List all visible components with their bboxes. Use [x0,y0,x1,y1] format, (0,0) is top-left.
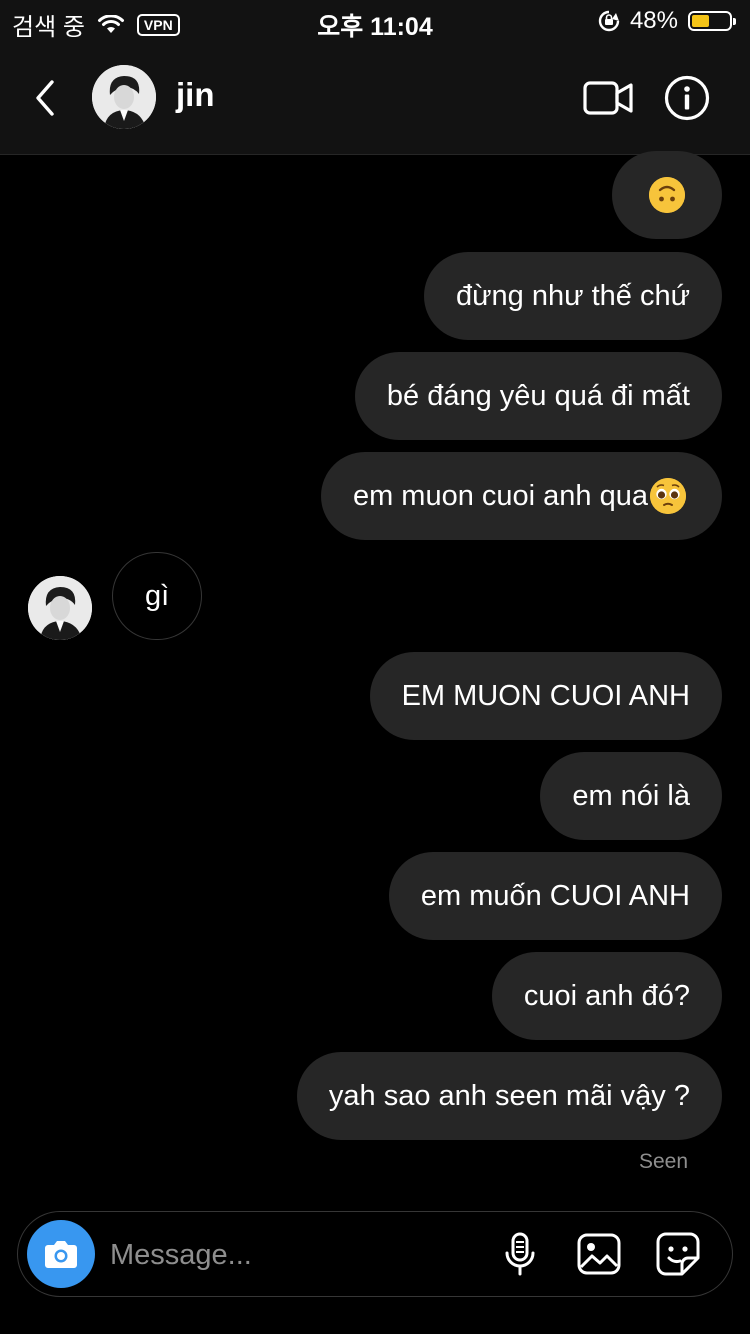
info-icon[interactable] [664,75,710,121]
chat-header: jin [0,42,750,155]
status-bar: 검색 중 VPN 오후 11:04 48% [0,0,750,42]
message-bubble-outgoing[interactable]: em nói là [540,752,722,840]
message-input[interactable] [108,1232,482,1278]
message-bubble-outgoing[interactable]: đừng như thế chứ [424,252,722,340]
message-composer [17,1211,733,1297]
battery-percent: 48% [629,7,678,34]
avatar[interactable] [92,65,156,129]
seen-indicator: Seen [638,1150,688,1173]
message-bubble-outgoing[interactable]: cuoi anh đó? [491,952,722,1040]
message-bubble-outgoing[interactable]: EM MUON CUOI ANH [369,652,722,740]
sender-avatar[interactable] [28,576,92,640]
message-bubble-outgoing[interactable] [612,151,722,239]
message-list[interactable]: đừng như thế chứ bé đáng yêu quá đi mất … [0,151,750,1205]
microphone-icon[interactable] [496,1230,544,1278]
gallery-icon[interactable] [575,1230,623,1278]
message-bubble-outgoing[interactable]: em muốn CUOI ANH [388,852,722,940]
upside-down-face-emoji-icon [649,177,685,213]
message-text: gì [145,579,170,612]
message-text: em nói là [572,779,690,812]
chat-title[interactable]: jin [176,76,215,114]
sticker-icon[interactable] [654,1230,702,1278]
message-text: đừng như thế chứ [456,279,690,312]
back-arrow-icon[interactable] [28,74,68,122]
message-text: em muon cuoi anh qua [352,479,648,512]
pleading-face-emoji-icon [650,478,686,514]
message-bubble-outgoing[interactable]: em muon cuoi anh qua [320,452,722,540]
camera-icon [45,1241,77,1268]
battery-icon [688,11,736,31]
message-bubble-outgoing[interactable]: bé đáng yêu quá đi mất [354,352,722,440]
message-text: em muốn CUOI ANH [420,879,690,912]
camera-button[interactable] [27,1220,95,1288]
video-camera-icon[interactable] [582,77,634,119]
message-text: bé đáng yêu quá đi mất [386,379,690,412]
message-text: cuoi anh đó? [523,979,690,1012]
message-bubble-incoming[interactable]: gì [112,552,203,640]
rotation-lock-icon [598,10,620,32]
message-text: yah sao anh seen mãi vậy ? [328,1079,690,1112]
message-bubble-outgoing[interactable]: yah sao anh seen mãi vậy ? [296,1052,722,1140]
message-text: EM MUON CUOI ANH [401,679,690,712]
